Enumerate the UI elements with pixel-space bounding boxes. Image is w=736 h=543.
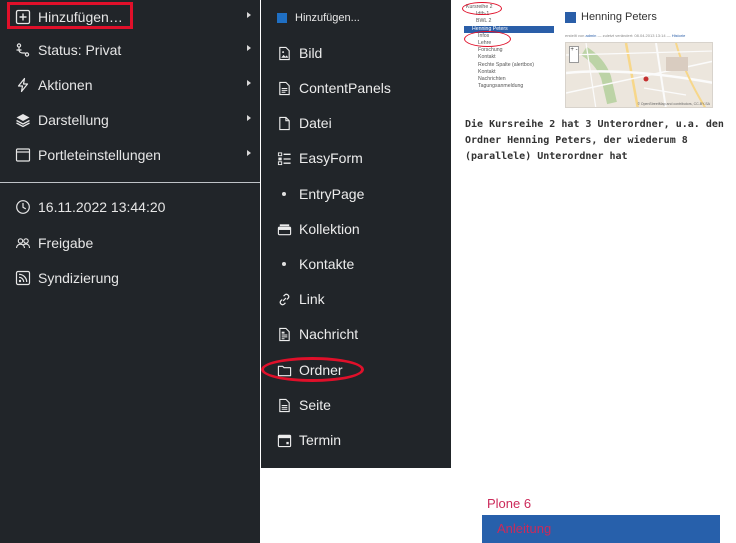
chevron-right-icon [247, 80, 251, 86]
submenu-item-ordner[interactable]: Ordner [261, 356, 451, 384]
form-list-icon [276, 149, 292, 167]
chevron-right-icon [247, 12, 251, 18]
submenu-item-link[interactable]: Link [261, 285, 451, 313]
caption-text: Die Kursreihe 2 hat 3 Unterordner, u.a. … [465, 119, 724, 162]
toolbar-item-label: Aktionen [38, 77, 93, 93]
submenu-header-label: Hinzufügen... [295, 12, 360, 24]
submenu-item-easyform[interactable]: EasyForm [261, 144, 451, 172]
toolbar-item-label: Hinzufügen… [38, 9, 123, 25]
submenu-item-label: Nachricht [299, 326, 359, 342]
toolbar-item-status[interactable]: Status: Privat [0, 35, 260, 65]
news-file-icon [276, 325, 292, 343]
lightning-icon [14, 76, 32, 94]
text-file-icon [276, 79, 292, 97]
status-icon [14, 41, 32, 59]
thumbnail-nav-item: Nachrichten [478, 76, 506, 83]
toolbar-item-label: Status: Privat [38, 42, 122, 58]
calendar-icon [276, 431, 292, 449]
submenu-item-label: Ordner [299, 362, 343, 378]
toolbar-item-label: Portleteinstellungen [38, 147, 161, 163]
thumbnail-navigation: Kursreihe 2 Idth-1 BWL 2 Henning Peters … [464, 4, 554, 90]
collection-icon [276, 220, 292, 238]
thumbnail-nav-item: Tagungsanmeldung [478, 83, 524, 90]
map-zoom-control: + - [569, 46, 579, 63]
toolbar-item-label: Freigabe [38, 235, 94, 251]
plone-version-label: Plone 6 [487, 496, 532, 511]
embedded-screenshot: Kursreihe 2 Idth-1 BWL 2 Henning Peters … [461, 0, 731, 116]
thumbnail-highlight-ellipse [464, 31, 511, 47]
submenu-item-kollektion[interactable]: Kollektion [261, 215, 451, 243]
chevron-right-icon [247, 115, 251, 121]
toolbar-item-label: 16.11.2022 13:44:20 [38, 199, 166, 215]
submenu-item-seite[interactable]: Seite [261, 391, 451, 419]
submenu-item-label: Seite [299, 397, 331, 413]
rss-icon [14, 269, 32, 287]
toolbar-item-actions[interactable]: Aktionen [0, 70, 260, 100]
folder-icon [276, 361, 292, 379]
square-icon [277, 13, 287, 23]
window-icon [14, 146, 32, 164]
submenu-item-label: Kollektion [299, 221, 360, 237]
toolbar-item-portlets[interactable]: Portleteinstellungen [0, 140, 260, 170]
toolbar-item-display[interactable]: Darstellung [0, 105, 260, 135]
clock-icon [14, 198, 32, 216]
byline-prefix: erstellt von [565, 33, 585, 38]
thumbnail-highlight-ellipse [462, 2, 502, 15]
anleitung-bar[interactable]: Anleitung [482, 515, 720, 543]
square-icon [565, 11, 576, 23]
submenu-header: Hinzufügen... [277, 12, 360, 24]
toolbar-item-history[interactable]: 16.11.2022 13:44:20 [0, 192, 260, 222]
map-streets [566, 43, 712, 107]
submenu-item-label: Kontakte [299, 256, 355, 272]
submenu-item-label: Bild [299, 45, 323, 61]
submenu-item-label: Datei [299, 115, 332, 131]
toolbar-item-label: Darstellung [38, 112, 109, 128]
thumbnail-nav-item: Kontakt [478, 68, 496, 75]
thumbnail-nav-item: Kontakt [478, 54, 496, 61]
anleitung-label: Anleitung [497, 521, 552, 536]
add-submenu: Hinzufügen... Bild ContentPanels Datei E… [261, 0, 451, 468]
toolbar-item-add[interactable]: Hinzufügen… [0, 2, 260, 32]
thumbnail-title-text: Henning Peters [581, 11, 657, 23]
toolbar-item-label: Syndizierung [38, 270, 119, 286]
toolbar-item-sharing[interactable]: Freigabe [0, 228, 260, 258]
toolbar-divider [0, 182, 260, 183]
submenu-item-bild[interactable]: Bild [261, 39, 451, 67]
submenu-item-label: Link [299, 291, 325, 307]
submenu-item-nachricht[interactable]: Nachricht [261, 320, 451, 348]
bullet-icon [276, 255, 292, 273]
submenu-item-datei[interactable]: Datei [261, 109, 451, 137]
submenu-item-kontakte[interactable]: Kontakte [261, 250, 451, 278]
chevron-right-icon [247, 150, 251, 156]
byline-history-link: Historie [671, 33, 686, 38]
page-icon [276, 396, 292, 414]
plus-square-icon [14, 8, 32, 26]
map-attribution: © OpenStreetMap and contributors, CC-BY-… [637, 102, 710, 106]
chevron-right-icon [247, 45, 251, 51]
byline-suffix: — zuletzt verändert: 08.04.2013 13:14 — [597, 33, 671, 38]
submenu-item-contentpanels[interactable]: ContentPanels [261, 74, 451, 102]
edit-toolbar: Hinzufügen… Status: Privat Aktionen Dars… [0, 0, 260, 543]
byline-author: admin [585, 33, 597, 38]
people-icon [14, 234, 32, 252]
toolbar-item-syndication[interactable]: Syndizierung [0, 263, 260, 293]
image-file-icon [276, 44, 292, 62]
file-icon [276, 114, 292, 132]
thumbnail-nav-item: Forschung [478, 47, 503, 54]
thumbnail-nav-item: BWL 2 [476, 18, 492, 25]
submenu-item-label: ContentPanels [299, 80, 391, 96]
thumbnail-map: + - © OpenStreetMap and contributors, CC… [565, 42, 713, 108]
submenu-item-entrypage[interactable]: EntryPage [261, 180, 451, 208]
thumbnail-nav-item: Rechte Spalte (alertbox) [478, 61, 534, 68]
bullet-icon [276, 185, 292, 203]
submenu-item-label: Termin [299, 432, 342, 448]
thumbnail-byline: erstellt von admin — zuletzt verändert: … [565, 33, 685, 38]
submenu-item-label: EntryPage [299, 186, 365, 202]
link-icon [276, 290, 292, 308]
layers-icon [14, 111, 32, 129]
submenu-item-label: EasyForm [299, 150, 363, 166]
thumbnail-title: Henning Peters [565, 11, 657, 23]
submenu-item-termin[interactable]: Termin [261, 426, 451, 454]
